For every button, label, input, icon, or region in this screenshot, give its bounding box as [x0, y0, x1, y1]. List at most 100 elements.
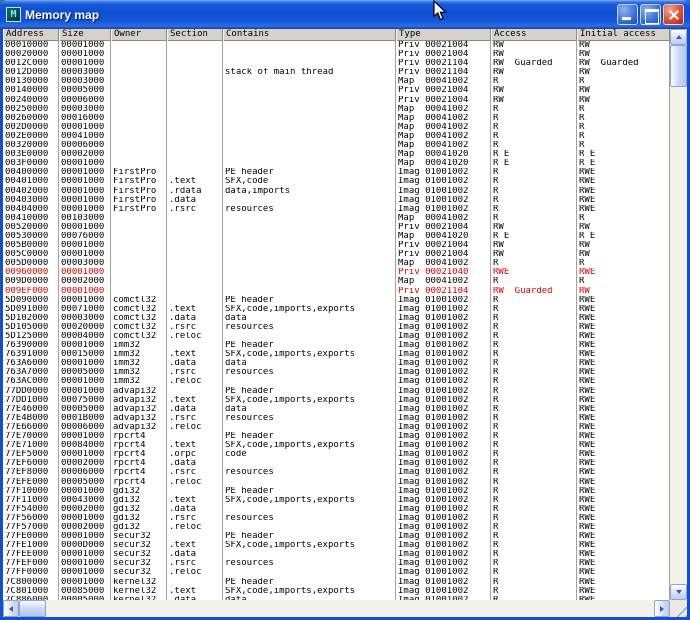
column-header-initial[interactable]: Initial access — [577, 29, 670, 41]
table-row[interactable]: 77F1000000001000gdi32PE headerImag 01001… — [3, 487, 670, 496]
scroll-left-button[interactable] — [3, 600, 19, 617]
table-row[interactable]: 0013000000003000Map 00041002RR — [3, 77, 670, 86]
table-row[interactable]: 0026000000016000Map 00041002RR — [3, 114, 670, 123]
table-row[interactable]: 0014000000005000Priv 00021004RWRW — [3, 86, 670, 95]
column-header-access[interactable]: Access — [491, 29, 577, 41]
table-row[interactable]: 7C80100000085000kernel32.textSFX,code,im… — [3, 587, 670, 596]
table-row[interactable]: 0025000000003000Map 00041002RR — [3, 105, 670, 114]
column-header-section[interactable]: Section — [167, 29, 223, 41]
table-row[interactable]: 77EFE00000005000rpcrt4.relocImag 0100100… — [3, 478, 670, 487]
table-row[interactable]: 0040100000001000FirstPro.textSFX,codeIma… — [3, 177, 670, 186]
table-row[interactable]: 0040200000001000FirstPro.rdatadata,impor… — [3, 187, 670, 196]
table-row[interactable]: 763AC00000001000imm32.relocImag 01001002… — [3, 377, 670, 386]
cell-address: 77F11000 — [3, 496, 59, 505]
table-row[interactable]: 77F5400000002000gdi32.dataImag 01001002R… — [3, 505, 670, 514]
titlebar[interactable]: M Memory map — [0, 0, 690, 29]
close-button[interactable] — [663, 4, 684, 25]
table-row[interactable]: 77E4B0000001B000advapi32.rsrcresourcesIm… — [3, 414, 670, 423]
cell-owner — [111, 68, 167, 77]
table-row[interactable]: 77F1100000043000gdi32.textSFX,code,impor… — [3, 496, 670, 505]
cell-owner — [111, 223, 167, 232]
table-body[interactable]: 0001000000001000Priv 00021004RWRW0002000… — [3, 41, 670, 600]
vertical-scrollbar[interactable] — [670, 29, 687, 600]
table-row[interactable]: 5D12500000004000comctl32.relocImag 01001… — [3, 332, 670, 341]
table-row[interactable]: 77EF800000006000rpcrt4.rsrcresourcesImag… — [3, 468, 670, 477]
table-row[interactable]: 77E7100000084000rpcrt4.textSFX,code,impo… — [3, 441, 670, 450]
cell-size: 00001000 — [59, 341, 111, 350]
horizontal-scrollbar[interactable] — [3, 600, 670, 617]
cell-owner — [111, 59, 167, 68]
table-row[interactable]: 0041000000103000Map 00041002RR — [3, 214, 670, 223]
table-row[interactable]: 77E6600000006000advapi32.relocImag 01001… — [3, 423, 670, 432]
table-row[interactable]: 77DD100000075000advapi32.textSFX,code,im… — [3, 396, 670, 405]
cell-access: R — [491, 141, 577, 150]
table-row[interactable]: 003F000000001000Map 00041020R ER E — [3, 159, 670, 168]
table-row[interactable]: 0001000000001000Priv 00021004RWRW — [3, 41, 670, 50]
cell-section: .reloc — [167, 377, 223, 386]
table-row[interactable]: 005D000000003000Map 00041002RR — [3, 259, 670, 268]
table-row[interactable]: 77FEF00000001000secur32.rsrcresourcesIma… — [3, 559, 670, 568]
table-row[interactable]: 77FE10000000D000secur32.textSFX,code,imp… — [3, 541, 670, 550]
table-row[interactable]: 77EF600000002000rpcrt4.dataImag 01001002… — [3, 459, 670, 468]
table-row[interactable]: 77F5600000001000gdi32.rsrcresourcesImag … — [3, 514, 670, 523]
table-row[interactable]: 77EF500000001000rpcrt4.orpccodeImag 0100… — [3, 450, 670, 459]
table-row[interactable]: 7639000000001000imm32PE headerImag 01001… — [3, 341, 670, 350]
cell-contains — [223, 123, 396, 132]
table-row[interactable]: 7639100000015000imm32.textSFX,code,impor… — [3, 350, 670, 359]
table-row[interactable]: 763A600000001000imm32.datadataImag 01001… — [3, 359, 670, 368]
scroll-right-button[interactable] — [654, 600, 670, 617]
table-row[interactable]: 009D000000002000Map 00041002RR — [3, 277, 670, 286]
maximize-button[interactable] — [640, 4, 661, 25]
table-row[interactable]: 0052000000001000Priv 00021004RWRW — [3, 223, 670, 232]
resize-grip-icon[interactable] — [670, 600, 687, 617]
column-header-type[interactable]: Type — [396, 29, 491, 41]
memory-map-icon[interactable]: M — [6, 7, 21, 22]
cell-address: 76391000 — [3, 350, 59, 359]
table-row[interactable]: 0032000000006000Map 00041002RR — [3, 141, 670, 150]
cell-access: RW — [491, 223, 577, 232]
table-row[interactable]: 005C000000001000Priv 00021004RWRW — [3, 250, 670, 259]
cell-access: R E — [491, 232, 577, 241]
table-row[interactable]: 003E000000002000Map 00041020R ER E — [3, 150, 670, 159]
table-row[interactable]: 002E000000041000Map 00041002RR — [3, 132, 670, 141]
cell-type: Imag 01001002 — [396, 450, 491, 459]
vertical-scroll-thumb[interactable] — [670, 45, 687, 87]
table-row[interactable]: 002D000000001000Map 00041002RR — [3, 123, 670, 132]
column-header-size[interactable]: Size — [59, 29, 111, 41]
table-row[interactable]: 77DD000000001000advapi32PE headerImag 01… — [3, 387, 670, 396]
table-row[interactable]: 77FF000000001000secur32.relocImag 010010… — [3, 568, 670, 577]
table-row[interactable]: 0053000000076000Map 00041020R ER E — [3, 232, 670, 241]
cell-access: RW — [491, 41, 577, 50]
table-row[interactable]: 5D09000000001000comctl32PE headerImag 01… — [3, 296, 670, 305]
cell-access: R — [491, 359, 577, 368]
column-header-contains[interactable]: Contains — [223, 29, 396, 41]
table-row[interactable]: 0012C00000001000Priv 00021104RW GuardedR… — [3, 59, 670, 68]
table-row[interactable]: 005B000000001000Priv 00021004RWRW — [3, 241, 670, 250]
cell-initial: RWE — [577, 205, 670, 214]
minimize-button[interactable] — [617, 4, 638, 25]
table-row[interactable]: 5D10200000003000comctl32.datadataImag 01… — [3, 314, 670, 323]
horizontal-scroll-thumb[interactable] — [19, 600, 46, 617]
table-row[interactable]: 5D10500000020000comctl32.rsrcresourcesIm… — [3, 323, 670, 332]
scroll-down-button[interactable] — [670, 584, 687, 600]
table-row[interactable]: 0024000000006000Priv 00021004RWRW — [3, 96, 670, 105]
table-row[interactable]: 763A700000005000imm32.rsrcresourcesImag … — [3, 368, 670, 377]
table-row[interactable]: 5D09100000071000comctl32.textSFX,code,im… — [3, 305, 670, 314]
table-row[interactable]: 0012D00000003000stack of main threadPriv… — [3, 68, 670, 77]
table-row[interactable]: 7C80000000001000kernel32PE headerImag 01… — [3, 578, 670, 587]
table-row[interactable]: 0040000000001000FirstProPE headerImag 01… — [3, 168, 670, 177]
table-row[interactable]: 0040400000001000FirstPro.rsrcresourcesIm… — [3, 205, 670, 214]
table-row[interactable]: 77FEE00000001000secur32.dataImag 0100100… — [3, 550, 670, 559]
cell-contains: resources — [223, 414, 396, 423]
table-row[interactable]: 77E4600000005000advapi32.datadataImag 01… — [3, 405, 670, 414]
table-row[interactable]: 77F5700000002000gdi32.relocImag 01001002… — [3, 523, 670, 532]
table-row[interactable]: 77FE000000001000secur32PE headerImag 010… — [3, 532, 670, 541]
table-row[interactable]: 0002000000001000Priv 00021004RWRW — [3, 50, 670, 59]
table-row[interactable]: 0096000000001000Priv 00021040RWERWE — [3, 268, 670, 277]
table-row[interactable]: 77E7000000001000rpcrt4PE headerImag 0100… — [3, 432, 670, 441]
table-row[interactable]: 009EF00000001000Priv 00021104RW GuardedR… — [3, 287, 670, 296]
column-header-owner[interactable]: Owner — [111, 29, 167, 41]
scroll-up-button[interactable] — [670, 29, 687, 45]
table-row[interactable]: 0040300000001000FirstPro.dataImag 010010… — [3, 196, 670, 205]
column-header-address[interactable]: Address — [3, 29, 59, 41]
